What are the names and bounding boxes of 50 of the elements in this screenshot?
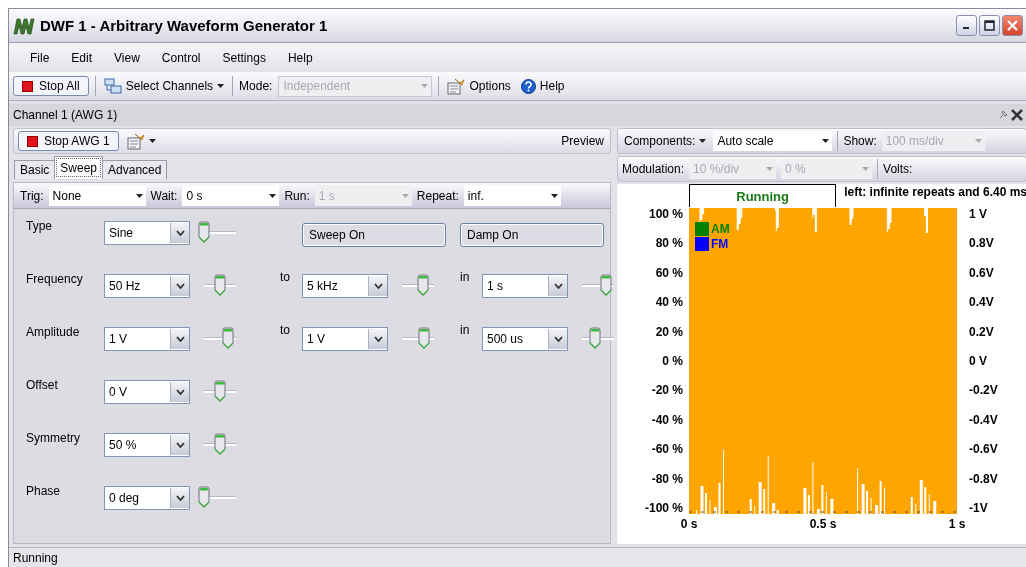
info-text: left: infinite repeats and 6.40 ms — [844, 184, 1026, 199]
axis-label: 0.8V — [969, 236, 994, 251]
parameter-label: Amplitude — [26, 325, 81, 339]
axis-label: -20 % — [651, 383, 683, 398]
range-label: in — [460, 323, 471, 337]
panel-title: Channel 1 (AWG 1) — [13, 108, 118, 122]
show-label: Show: — [843, 134, 877, 148]
axis-label: 0.2V — [969, 324, 994, 339]
parameter-label: Offset — [26, 378, 59, 392]
legend-label: AM — [711, 222, 730, 236]
axis-label: 0 V — [969, 354, 987, 368]
status-text: Running — [13, 551, 58, 565]
window-title: DWF 1 - Arbitrary Waveform Generator 1 — [40, 17, 329, 34]
axis-label: -0.6V — [969, 442, 998, 457]
field-label: Repeat: — [416, 188, 459, 203]
legend-label: FM — [711, 237, 729, 251]
axis-label: -100 % — [644, 501, 683, 515]
axis-label: -0.8V — [969, 471, 998, 486]
field-label: Wait: — [150, 188, 178, 203]
modulation-label: Modulation: — [622, 162, 685, 176]
mode-label: Mode: — [239, 79, 273, 93]
parameter-label: Type — [26, 219, 53, 233]
parameter-label: Frequency — [26, 272, 84, 286]
axis-label: -60 % — [651, 442, 683, 457]
axis-label: 0 s — [680, 517, 698, 531]
axis-label: -80 % — [651, 471, 683, 486]
axis-label: 1 V — [969, 207, 987, 221]
axis-label: -0.2V — [969, 383, 998, 398]
axis-label: 1 s — [948, 517, 966, 531]
axis-label: 0 % — [662, 354, 683, 368]
axis-label: -1V — [969, 501, 988, 515]
range-label: to — [280, 270, 291, 284]
axis-label: -0.4V — [969, 412, 998, 427]
parameter-label: Symmetry — [26, 431, 81, 445]
field-label: Trig: — [20, 188, 44, 203]
axis-label: 40 % — [655, 295, 683, 310]
axis-label: 0.4V — [969, 295, 994, 310]
axis-label: 80 % — [655, 236, 683, 251]
parameter-label: Phase — [26, 484, 62, 498]
axis-label: 60 % — [655, 265, 683, 280]
axis-label: 20 % — [655, 324, 683, 339]
axis-label: 0.6V — [969, 265, 994, 280]
range-label: to — [280, 323, 291, 337]
axis-label: -40 % — [651, 412, 683, 427]
axis-label: 100 % — [648, 207, 683, 221]
axis-label: 0.5 s — [809, 517, 837, 531]
field-label: Run: — [284, 188, 310, 203]
range-label: in — [460, 270, 471, 284]
status-label: Running — [689, 184, 837, 207]
volts-label: Volts: — [883, 162, 913, 176]
